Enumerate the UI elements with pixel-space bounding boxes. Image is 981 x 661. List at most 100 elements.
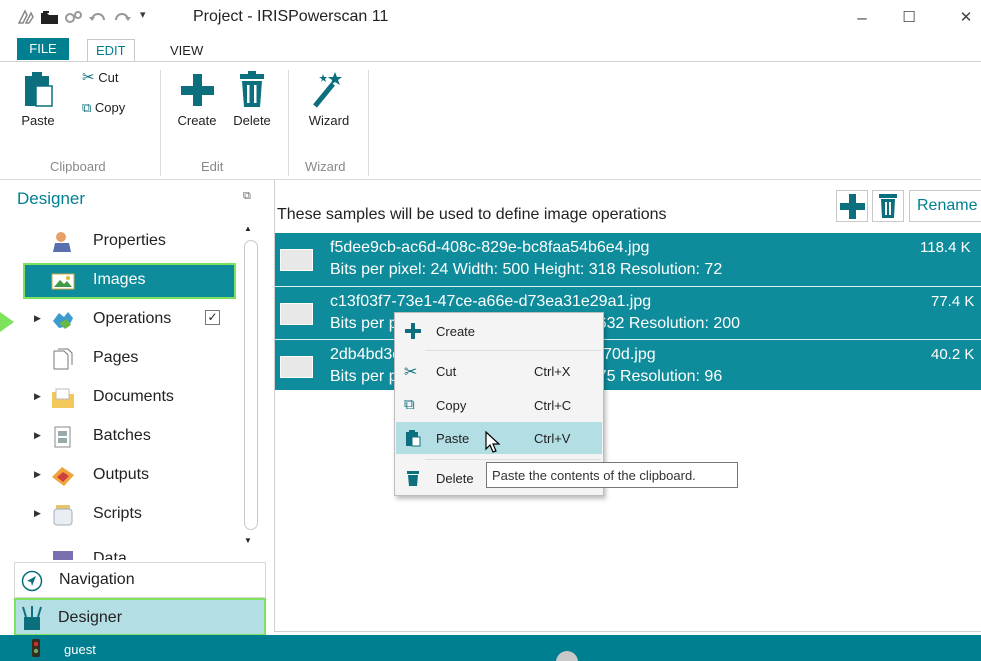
pin-icon[interactable]: ⧉	[243, 190, 251, 203]
scan-icon[interactable]	[17, 9, 35, 29]
tree-item-outputs[interactable]: ▶ Outputs	[25, 460, 235, 492]
sample-list: f5dee9cb-ac6d-408c-829e-bc8faa54b6e4.jpg…	[275, 233, 981, 390]
tree-item-label: Operations	[93, 310, 172, 327]
sample-size: 77.4 K	[931, 293, 975, 310]
ribbon: Paste ✂ Cut ⧉ Copy Clipboard Create Dele…	[0, 61, 981, 180]
trash-icon	[404, 469, 422, 487]
menu-item-copy[interactable]: ⧉ Copy Ctrl+C	[396, 389, 602, 421]
create-button[interactable]: Create	[172, 70, 222, 132]
tree-item-label: Images	[93, 271, 146, 288]
sample-row[interactable]: f5dee9cb-ac6d-408c-829e-bc8faa54b6e4.jpg…	[275, 233, 981, 286]
operations-checkbox[interactable]: ✓	[205, 310, 220, 325]
copy-label: Copy	[94, 100, 126, 115]
expand-arrow-icon[interactable]: ▶	[34, 430, 41, 441]
wizard-label: Wizard	[308, 113, 350, 128]
compass-icon	[21, 570, 43, 592]
expand-arrow-icon[interactable]: ▶	[34, 469, 41, 480]
redo-icon[interactable]	[112, 9, 132, 29]
expand-arrow-icon[interactable]: ▶	[34, 508, 41, 519]
tree-item-label: Batches	[93, 427, 151, 444]
sample-row[interactable]: c13f03f7-73e1-47ce-a66e-d73ea31e29a1.jpg…	[275, 287, 981, 340]
create-label: Create	[177, 113, 217, 128]
status-user: guest	[64, 642, 96, 657]
scrollbar-thumb[interactable]	[244, 240, 258, 530]
menu-divider	[425, 350, 601, 351]
sample-row[interactable]: 2db4bd3e-4b1f-4a08-9c3e-77a5dca1270d.jpg…	[275, 340, 981, 390]
data-icon	[51, 543, 75, 560]
cut-label: Cut	[98, 70, 119, 85]
menu-item-label: Create	[436, 324, 476, 339]
tab-edit[interactable]: EDIT	[87, 39, 135, 63]
tree-item-data[interactable]: Data	[25, 538, 235, 560]
scissors-icon: ✂	[404, 364, 418, 381]
properties-icon	[51, 231, 75, 253]
window-title: Project - IRISPowerscan 11	[193, 8, 389, 25]
menu-item-label: Copy	[436, 398, 467, 413]
copy-button[interactable]: ⧉ Copy	[82, 100, 148, 120]
add-sample-button[interactable]	[836, 190, 868, 222]
designer-button[interactable]: Designer	[14, 598, 266, 636]
copy-icon: ⧉	[82, 100, 92, 115]
samples-panel: These samples will be used to define ima…	[274, 180, 981, 632]
menu-item-label: Delete	[436, 471, 474, 486]
clipboard-group-label: Clipboard	[50, 159, 106, 174]
tree-item-documents[interactable]: ▶ Documents	[25, 382, 235, 414]
qat-dropdown-icon[interactable]: ▾	[140, 8, 146, 21]
settings-icon[interactable]	[64, 9, 84, 29]
documents-icon	[51, 387, 75, 409]
paste-label: Paste	[21, 113, 55, 128]
plus-icon	[840, 194, 865, 219]
sample-thumbnail	[280, 303, 313, 325]
tree-item-pages[interactable]: Pages	[25, 343, 235, 375]
paste-button[interactable]: Paste	[18, 70, 58, 132]
tree-item-batches[interactable]: ▶ Batches	[25, 421, 235, 453]
close-button[interactable]: ✕	[955, 8, 977, 26]
tab-file[interactable]: FILE	[17, 38, 69, 60]
designer-panel: Designer ⧉ Properties Images ▶ Operation…	[0, 180, 268, 636]
menu-item-cut[interactable]: ✂ Cut Ctrl+X	[396, 355, 602, 387]
tree-item-label: Pages	[93, 349, 139, 366]
clipboard-icon	[404, 429, 422, 447]
menu-divider	[425, 459, 601, 460]
tree-item-operations[interactable]: ▶ Operations ✓	[25, 304, 235, 336]
scroll-down-icon[interactable]: ▼	[244, 536, 252, 545]
tree-item-label: Scripts	[93, 505, 142, 522]
wizard-group-label: Wizard	[305, 159, 346, 174]
tree-item-scripts[interactable]: ▶ Scripts	[25, 499, 235, 531]
navigation-button[interactable]: Navigation	[14, 562, 266, 598]
designer-header: Designer	[17, 189, 86, 208]
wand-icon	[313, 72, 342, 108]
open-folder-icon[interactable]	[40, 9, 60, 29]
menu-item-label: Cut	[436, 364, 457, 379]
trash-icon	[240, 71, 264, 107]
ribbon-divider	[368, 70, 369, 176]
minimize-button[interactable]: –	[851, 8, 873, 28]
undo-icon[interactable]	[88, 9, 108, 29]
delete-sample-button[interactable]	[872, 190, 904, 222]
scripts-icon	[51, 504, 75, 526]
tree-item-label: Properties	[93, 232, 166, 249]
sample-thumbnail	[280, 356, 313, 378]
delete-button[interactable]: Delete	[228, 70, 276, 132]
cut-button[interactable]: ✂ Cut	[82, 68, 142, 88]
maximize-button[interactable]: ☐	[898, 8, 920, 26]
scroll-up-icon[interactable]: ▲	[244, 224, 252, 233]
expand-arrow-icon[interactable]: ▶	[34, 313, 41, 324]
wizard-button[interactable]: Wizard	[298, 70, 360, 132]
operations-icon	[51, 309, 75, 331]
menu-item-shortcut: Ctrl+C	[534, 398, 572, 413]
tree-item-images[interactable]: Images	[23, 263, 236, 299]
expand-arrow-icon[interactable]: ▶	[34, 391, 41, 402]
batches-icon	[51, 426, 75, 448]
tree-item-properties[interactable]: Properties	[25, 226, 235, 258]
tab-view[interactable]: VIEW	[162, 40, 211, 62]
sample-thumbnail	[280, 249, 313, 271]
menu-item-create[interactable]: Create	[396, 315, 602, 347]
brush-icon	[22, 606, 42, 630]
rename-sample-button[interactable]: Rename	[909, 190, 981, 222]
sample-size: 118.4 K	[920, 239, 971, 256]
menu-item-label: Paste	[436, 431, 470, 446]
samples-caption: These samples will be used to define ima…	[277, 206, 667, 223]
tree-item-label: Documents	[93, 388, 174, 405]
menu-item-shortcut: Ctrl+X	[534, 364, 571, 379]
